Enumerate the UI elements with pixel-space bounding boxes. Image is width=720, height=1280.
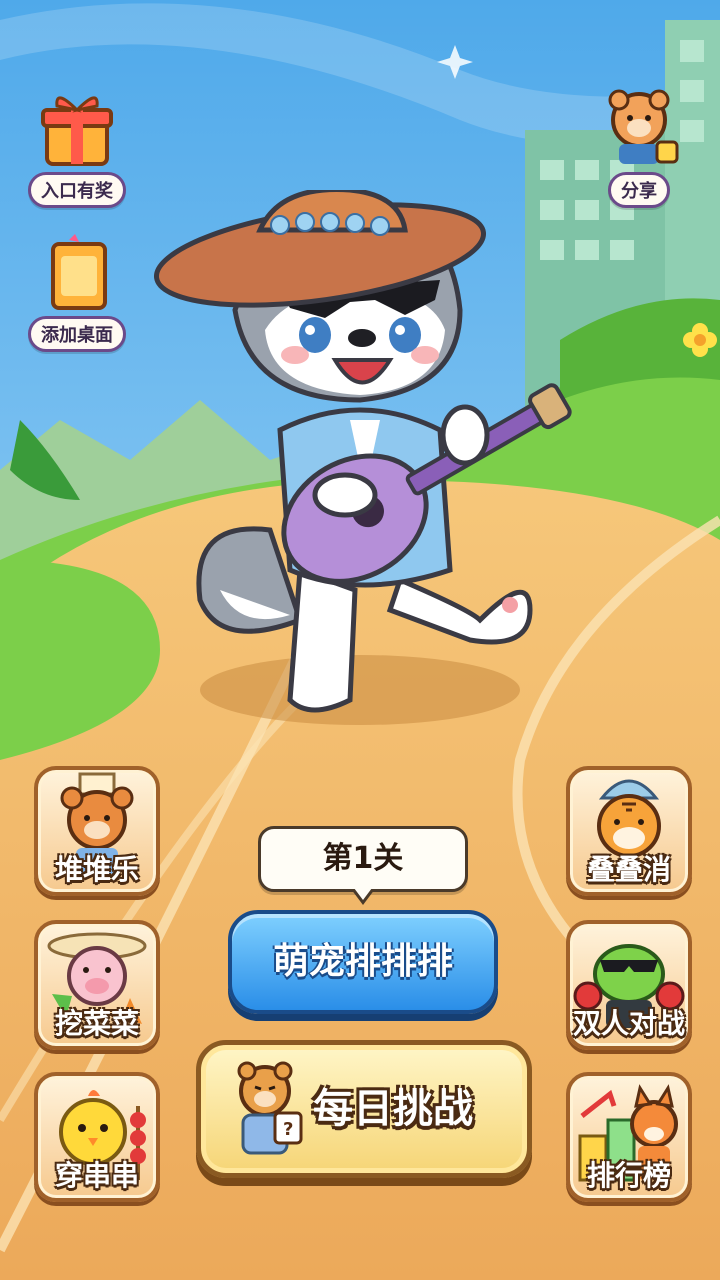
game-tile-stacking[interactable]: 堆堆乐 [34, 766, 160, 896]
thinking-bear-icon: ? [237, 1061, 303, 1155]
game-label-two-player: 双人对战 [572, 1007, 685, 1040]
husky-guitar-mascot [153, 190, 572, 713]
svg-text:?: ? [283, 1119, 293, 1140]
add-to-desktop-label: 添加桌面 [28, 316, 126, 352]
game-home-screen: 入口有奖 添加桌面 分享 堆堆乐 挖菜菜 穿串串 叠叠消 双人对战 排行榜 第1… [0, 0, 720, 1280]
game-tile-stack-match[interactable]: 叠叠消 [566, 766, 692, 896]
start-game-button[interactable]: 萌宠排排排 [228, 910, 498, 1014]
entry-reward-button[interactable]: 入口有奖 [22, 88, 132, 208]
desktop-shortcut-icon [35, 232, 119, 316]
share-button[interactable]: 分享 [584, 88, 694, 208]
game-label-leaderboard: 排行榜 [586, 1159, 671, 1192]
game-tile-dig-veggies[interactable]: 挖菜菜 [34, 920, 160, 1050]
game-label-stacking: 堆堆乐 [54, 853, 139, 886]
game-tile-skewers[interactable]: 穿串串 [34, 1072, 160, 1202]
share-label: 分享 [608, 172, 670, 208]
game-label-stack-match: 叠叠消 [586, 853, 671, 886]
level-indicator: 第1关 [258, 826, 468, 905]
daily-challenge-label: 每日挑战 [313, 1086, 473, 1132]
share-bear-icon [597, 88, 681, 172]
game-label-dig-veggies: 挖菜菜 [54, 1007, 139, 1040]
game-tile-leaderboard[interactable]: 排行榜 [566, 1072, 692, 1202]
game-tile-two-player[interactable]: 双人对战 [566, 920, 692, 1050]
add-to-desktop-button[interactable]: 添加桌面 [22, 232, 132, 352]
daily-challenge-button[interactable]: ? 每日挑战 [196, 1040, 532, 1178]
gift-box-icon [35, 88, 119, 172]
game-label-skewers: 穿串串 [54, 1159, 139, 1192]
entry-reward-label: 入口有奖 [28, 172, 126, 208]
